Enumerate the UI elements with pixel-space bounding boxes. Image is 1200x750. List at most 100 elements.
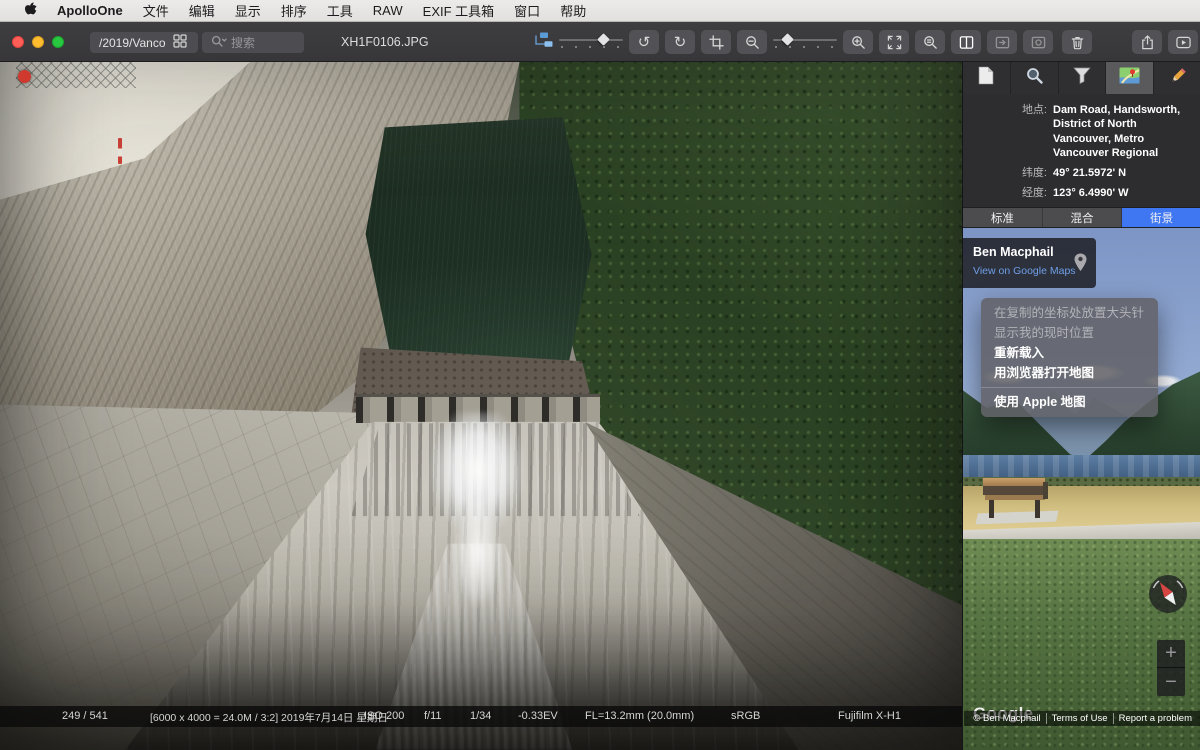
- ctx-show-my-location: 显示我的现时位置: [981, 323, 1158, 343]
- fit-to-screen-button[interactable]: [879, 30, 909, 54]
- terms-of-use-link[interactable]: Terms of Use: [1046, 713, 1113, 724]
- menu-help[interactable]: 帮助: [550, 0, 596, 22]
- app-window: ApolloOne 文件 编辑 显示 排序 工具 RAW EXIF 工具箱 窗口…: [0, 0, 1200, 750]
- menu-exif-toolbox[interactable]: EXIF 工具箱: [413, 0, 505, 22]
- thumbnail-size-slider[interactable]: [559, 30, 623, 54]
- tab-edit[interactable]: [1154, 62, 1200, 94]
- rotate-right-icon: ↻: [674, 35, 687, 50]
- map-context-menu: 在复制的坐标处放置大头针 显示我的现时位置 重新载入 用浏览器打开地图 使用 A…: [981, 298, 1158, 417]
- aspect-icon: [1031, 35, 1046, 50]
- minimize-button[interactable]: [32, 36, 44, 48]
- menu-view[interactable]: 显示: [225, 0, 271, 22]
- menu-edit[interactable]: 编辑: [179, 0, 225, 22]
- menu-raw[interactable]: RAW: [363, 0, 413, 22]
- camera-model-value: Fujifilm X-H1: [838, 710, 901, 722]
- compass-icon: [1148, 574, 1188, 614]
- share-button[interactable]: [1132, 30, 1162, 54]
- browser-grid-button[interactable]: [166, 32, 194, 53]
- zoom-out-button[interactable]: [737, 30, 767, 54]
- streetview-author-card: Ben Macphail View on Google Maps: [963, 238, 1096, 288]
- move-to-window-button: [987, 30, 1017, 54]
- red-dot-marker: [18, 70, 31, 83]
- map-mode-standard[interactable]: 标准: [963, 208, 1043, 227]
- info-row-longitude: 经度: 123° 6.4990' W: [969, 186, 1193, 200]
- location-pin-icon: [1074, 253, 1087, 277]
- slider-ticks: [775, 46, 835, 48]
- document-icon: [978, 66, 994, 90]
- zoom-level-slider[interactable]: [773, 30, 837, 54]
- menu-app-name[interactable]: ApolloOne: [47, 0, 133, 22]
- file-dimensions-date: [6000 x 4000 = 24.0M / 3:2] 2019年7月14日 星…: [150, 710, 388, 725]
- dual-pane-button[interactable]: [951, 30, 981, 54]
- slideshow-button[interactable]: [1168, 30, 1198, 54]
- compass-control[interactable]: [1148, 574, 1188, 614]
- crop-icon: [709, 35, 724, 50]
- map-mode-hybrid[interactable]: 混合: [1043, 208, 1123, 227]
- search-placeholder: 搜索: [231, 34, 255, 51]
- trash-button[interactable]: [1062, 30, 1092, 54]
- photo-fence: [16, 62, 136, 88]
- edit-pencil-icon: [1169, 67, 1187, 90]
- fit-screen-icon: [887, 35, 902, 50]
- zoom-window-button[interactable]: [52, 36, 64, 48]
- zoom-out-icon: [745, 35, 760, 50]
- map-mode-streetview[interactable]: 街景: [1122, 208, 1200, 227]
- exif-status-bar: 249 / 541 [6000 x 4000 = 24.0M / 3:2] 20…: [0, 706, 962, 727]
- aperture-value: f/11: [424, 710, 442, 722]
- filter-funnel-icon: [1073, 67, 1091, 89]
- menu-tools[interactable]: 工具: [317, 0, 363, 22]
- attribution-copyright[interactable]: © Ben Macphail: [968, 713, 1045, 724]
- ctx-open-in-browser[interactable]: 用浏览器打开地图: [981, 363, 1158, 383]
- zoom-in-button[interactable]: [843, 30, 873, 54]
- bench-pad: [975, 511, 1058, 525]
- menu-bar: ApolloOne 文件 编辑 显示 排序 工具 RAW EXIF 工具箱 窗口…: [0, 0, 1200, 22]
- slider-ticks: [561, 46, 621, 48]
- inspector-sidebar: 地点: Dam Road, Handsworth, District of No…: [962, 62, 1200, 750]
- bench-leg: [1035, 500, 1040, 518]
- apple-menu[interactable]: [14, 2, 47, 20]
- ctx-use-apple-maps[interactable]: 使用 Apple 地图: [981, 392, 1158, 412]
- main-photo-viewer[interactable]: 249 / 541 [6000 x 4000 = 24.0M / 3:2] 20…: [0, 62, 962, 750]
- search-input[interactable]: 搜索: [202, 32, 304, 53]
- actual-size-button[interactable]: [915, 30, 945, 54]
- content-area: 249 / 541 [6000 x 4000 = 24.0M / 3:2] 20…: [0, 62, 1200, 750]
- rotate-left-icon: ↺: [638, 35, 651, 50]
- report-a-problem-link[interactable]: Report a problem: [1113, 713, 1197, 724]
- window-toolbar: /2019/Vancouver 搜索 XH1F0106.JPG: [0, 22, 1200, 62]
- menu-file[interactable]: 文件: [133, 0, 179, 22]
- dual-pane-icon: [959, 35, 974, 50]
- tab-map[interactable]: [1106, 62, 1154, 94]
- zoom-in-map-button[interactable]: +: [1157, 640, 1185, 668]
- shutter-value: 1/34: [470, 710, 491, 722]
- menu-window[interactable]: 窗口: [504, 0, 550, 22]
- actual-size-icon: [923, 35, 938, 50]
- rotate-right-button[interactable]: ↻: [665, 30, 695, 54]
- latitude-value: 49° 21.5972' N: [1053, 166, 1126, 180]
- ctx-separator: [981, 387, 1158, 388]
- tab-magnifier[interactable]: [1011, 62, 1059, 94]
- tab-file-info[interactable]: [963, 62, 1011, 94]
- close-button[interactable]: [12, 36, 24, 48]
- grid-icon: [173, 34, 187, 51]
- focal-length-value: FL=13.2mm (20.0mm): [585, 710, 694, 722]
- current-filename: XH1F0106.JPG: [341, 22, 429, 62]
- slider-thumb[interactable]: [597, 33, 610, 46]
- bench-armrest: [1043, 482, 1048, 499]
- share-icon: [1140, 35, 1155, 50]
- inspector-tab-bar: [963, 62, 1200, 94]
- window-controls: [12, 36, 64, 48]
- tab-filter[interactable]: [1059, 62, 1107, 94]
- zoom-out-map-button[interactable]: −: [1157, 668, 1185, 696]
- search-icon: [211, 35, 227, 51]
- latitude-label: 纬度:: [969, 166, 1047, 180]
- magnifier-icon: [1026, 67, 1043, 89]
- ctx-reload[interactable]: 重新载入: [981, 343, 1158, 363]
- rotate-left-button[interactable]: ↺: [629, 30, 659, 54]
- view-on-google-maps-link[interactable]: View on Google Maps: [973, 265, 1086, 277]
- trash-icon: [1070, 35, 1085, 50]
- crop-button[interactable]: [701, 30, 731, 54]
- street-view-panel[interactable]: Ben Macphail View on Google Maps 在复制的坐标处…: [963, 228, 1200, 750]
- slider-thumb[interactable]: [781, 33, 794, 46]
- folder-tree-icon[interactable]: [533, 32, 553, 53]
- menu-sort[interactable]: 排序: [271, 0, 317, 22]
